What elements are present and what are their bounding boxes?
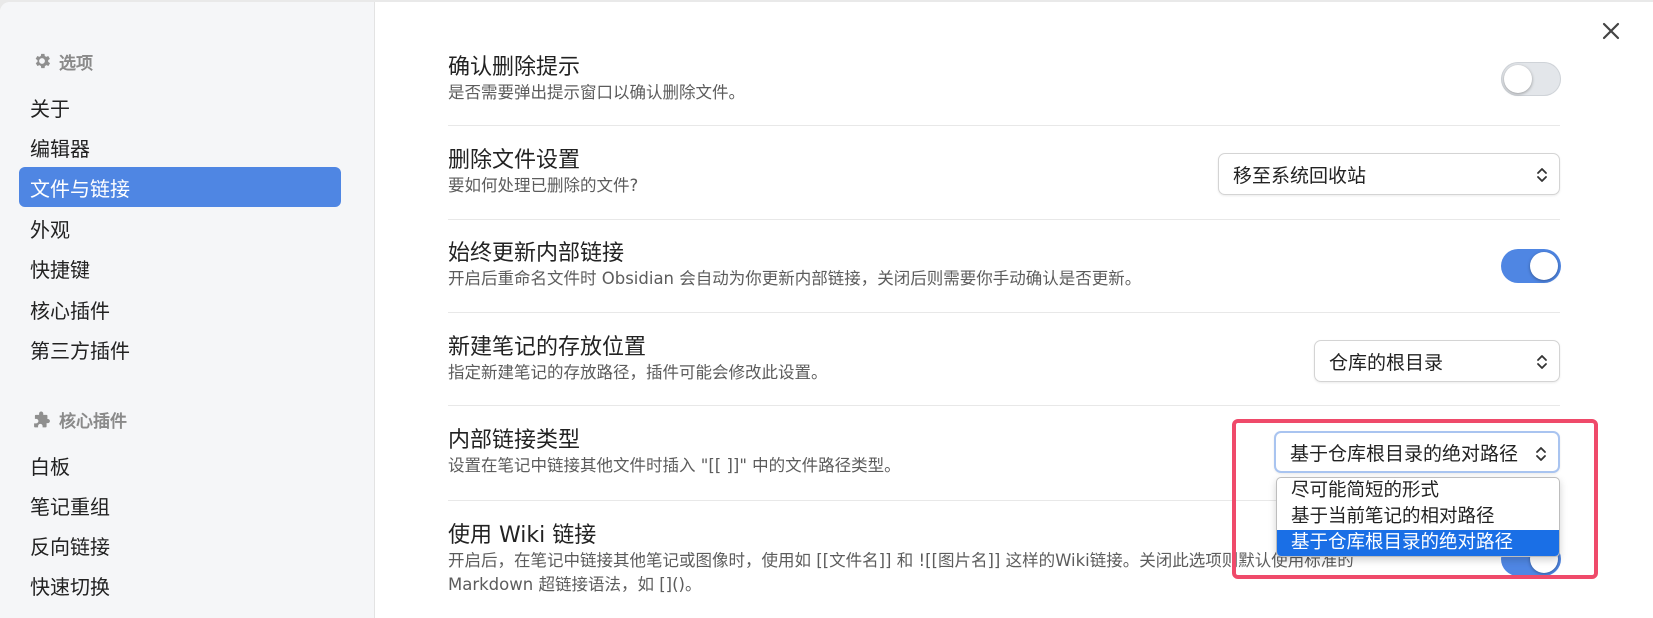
sidebar-item-note-composer[interactable]: 笔记重组 [19, 485, 341, 525]
select-value: 仓库的根目录 [1329, 351, 1444, 374]
sidebar-item-canvas[interactable]: 白板 [19, 445, 341, 485]
sidebar-item-editor[interactable]: 编辑器 [19, 127, 341, 167]
puzzle-icon [34, 411, 50, 428]
confirm-delete-toggle[interactable] [1501, 62, 1561, 96]
setting-description: 开启后重命名文件时 Obsidian 会自动为你更新内部链接，关闭后则需要你手动… [448, 269, 1142, 288]
new-note-location-select[interactable]: 仓库的根目录 [1314, 340, 1560, 382]
close-icon [1602, 22, 1620, 40]
setting-name: 新建笔记的存放位置 [448, 335, 647, 360]
sidebar-item-core-plugins[interactable]: 核心插件 [19, 289, 341, 329]
setting-name: 使用 Wiki 链接 [448, 523, 597, 548]
sidebar-item-about[interactable]: 关于 [19, 87, 341, 127]
highlight-box [1232, 419, 1598, 579]
setting-description-line2: Markdown 超链接语法，如 []()。 [448, 575, 702, 594]
auto-update-links-toggle[interactable] [1501, 249, 1561, 283]
chevron-up-down-icon [1537, 168, 1547, 182]
sidebar-item-hotkeys[interactable]: 快捷键 [19, 248, 341, 288]
setting-name: 删除文件设置 [448, 148, 581, 173]
setting-description: 指定新建笔记的存放路径，插件可能会修改此设置。 [448, 363, 828, 382]
setting-description: 是否需要弹出提示窗口以确认删除文件。 [448, 83, 745, 102]
sidebar-item-files-links[interactable]: 文件与链接 [19, 167, 341, 207]
sidebar-group-core-plugins: 核心插件 [32, 407, 127, 432]
divider [448, 125, 1560, 126]
sidebar-group-label: 选项 [59, 53, 93, 74]
setting-name: 始终更新内部链接 [448, 241, 625, 266]
deleted-files-select[interactable]: 移至系统回收站 [1218, 153, 1560, 195]
close-button[interactable] [1598, 18, 1624, 44]
gear-icon [35, 53, 51, 69]
chevron-up-down-icon [1537, 355, 1547, 369]
sidebar-group-options: 选项 [32, 49, 93, 74]
select-value: 移至系统回收站 [1233, 164, 1367, 187]
setting-name: 确认删除提示 [448, 55, 581, 80]
setting-description: 开启后，在笔记中链接其他笔记或图像时，使用如 [[文件名]] 和 ![[图片名]… [448, 551, 1354, 570]
toggle-knob [1530, 252, 1558, 280]
divider [448, 405, 1560, 406]
divider [448, 219, 1560, 220]
setting-description: 要如何处理已删除的文件? [448, 176, 639, 195]
toggle-knob [1504, 65, 1532, 93]
settings-modal: 选项 关于 编辑器 文件与链接 外观 快捷键 核心插件 第三方插件 核心插件 白… [0, 2, 1653, 618]
setting-description: 设置在笔记中链接其他文件时插入 "[[ ]]" 中的文件路径类型。 [448, 456, 901, 475]
sidebar-item-appearance[interactable]: 外观 [19, 208, 341, 248]
divider [448, 312, 1560, 313]
sidebar-item-backlinks[interactable]: 反向链接 [19, 525, 341, 565]
settings-sidebar: 选项 关于 编辑器 文件与链接 外观 快捷键 核心插件 第三方插件 核心插件 白… [0, 2, 375, 618]
sidebar-item-quick-switcher[interactable]: 快速切换 [19, 565, 341, 605]
sidebar-item-community-plugins[interactable]: 第三方插件 [19, 329, 341, 369]
setting-name: 内部链接类型 [448, 428, 581, 453]
sidebar-group-label: 核心插件 [59, 411, 127, 432]
